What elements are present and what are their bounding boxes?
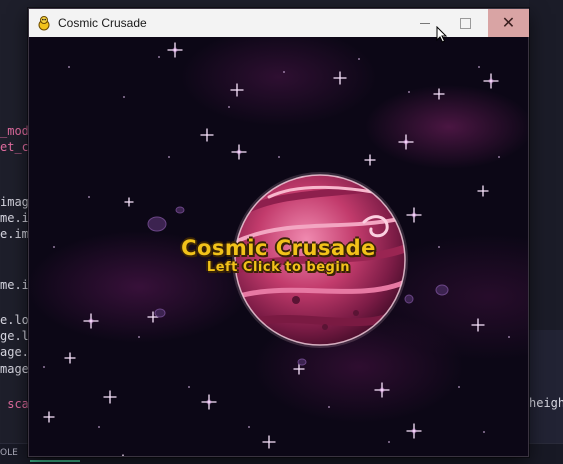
close-icon: ✕	[501, 13, 516, 32]
game-window: Cosmic Crusade ✕ Cosmic Crusade Left Cli…	[28, 8, 529, 457]
mouse-cursor-icon	[436, 26, 448, 43]
maximize-icon	[459, 17, 471, 29]
window-titlebar[interactable]: Cosmic Crusade ✕	[29, 9, 529, 37]
code-line: imag	[0, 195, 29, 209]
game-title: Cosmic Crusade	[181, 236, 376, 260]
status-label: OLE	[0, 448, 18, 458]
active-tab-indicator	[30, 460, 80, 462]
pygame-snake-icon	[38, 16, 50, 31]
code-line: _mod	[0, 124, 29, 138]
window-title: Cosmic Crusade	[58, 16, 147, 30]
editor-side-panel	[529, 330, 563, 460]
start-prompt: Left Click to begin	[206, 260, 351, 275]
code-line-right: heigh	[529, 396, 563, 410]
maximize-button[interactable]	[445, 9, 485, 37]
minimize-icon	[420, 22, 430, 24]
close-button[interactable]: ✕	[488, 9, 529, 37]
code-line: me.i	[0, 278, 29, 292]
game-canvas[interactable]: Cosmic Crusade Left Click to begin	[29, 37, 528, 456]
